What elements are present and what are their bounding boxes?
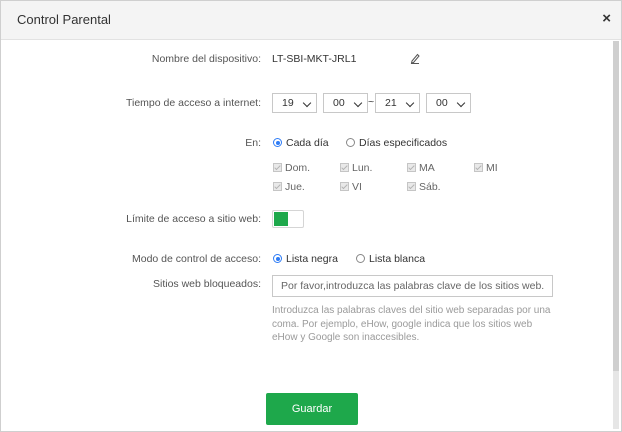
day-checkbox-wed[interactable] [474, 163, 483, 172]
device-name-label: Nombre del dispositivo: [151, 53, 261, 65]
day-label-thu: Jue. [285, 181, 305, 193]
scrollbar[interactable] [613, 41, 619, 429]
time-separator: ~ [368, 96, 375, 108]
start-minute-select[interactable]: 00 [323, 93, 368, 113]
start-minute-value: 00 [333, 97, 345, 109]
end-hour-value: 21 [385, 97, 397, 109]
specific-days-label[interactable]: Días especificados [359, 137, 447, 149]
blacklist-radio[interactable] [273, 254, 282, 263]
every-day-radio[interactable] [273, 138, 282, 147]
parental-control-dialog: Control Parental × Nombre del dispositiv… [0, 0, 622, 432]
chevron-down-icon [456, 98, 466, 108]
control-mode-label: Modo de control de acceso: [132, 253, 261, 265]
end-minute-select[interactable]: 00 [426, 93, 471, 113]
blocked-sites-hint: Introduzca las palabras claves del sitio… [272, 305, 551, 343]
day-label-sun: Dom. [285, 162, 311, 174]
every-day-label[interactable]: Cada día [286, 137, 329, 149]
start-hour-value: 19 [282, 97, 294, 109]
dialog-header: Control Parental × [1, 1, 621, 40]
day-checkbox-sun[interactable] [273, 163, 282, 172]
day-checkbox-mon[interactable] [340, 163, 349, 172]
day-checkbox-sat[interactable] [407, 182, 416, 191]
site-limit-toggle[interactable] [272, 210, 304, 228]
day-checkbox-thu[interactable] [273, 182, 282, 191]
blocked-sites-input[interactable]: Por favor,introduzca las palabras clave … [272, 275, 553, 297]
day-label-fri: VI [352, 181, 362, 193]
pencil-icon[interactable] [410, 52, 420, 64]
dialog-title: Control Parental [17, 12, 111, 27]
access-time-label: Tiempo de acceso a internet: [125, 97, 261, 109]
chevron-down-icon [405, 98, 415, 108]
whitelist-label[interactable]: Lista blanca [369, 253, 425, 265]
save-button[interactable]: Guardar [266, 393, 358, 425]
days-label: En: [245, 137, 261, 149]
day-label-wed: MI [486, 162, 498, 174]
chevron-down-icon [353, 98, 363, 108]
blacklist-label[interactable]: Lista negra [286, 253, 338, 265]
whitelist-radio[interactable] [356, 254, 365, 263]
day-label-mon: Lun. [352, 162, 373, 174]
day-checkbox-tue[interactable] [407, 163, 416, 172]
close-icon[interactable]: × [602, 11, 611, 27]
site-limit-label: Límite de acceso a sitio web: [126, 213, 261, 225]
day-label-tue: MA [419, 162, 435, 174]
day-checkbox-fri[interactable] [340, 182, 349, 191]
chevron-down-icon [302, 98, 312, 108]
end-minute-value: 00 [436, 97, 448, 109]
end-hour-select[interactable]: 21 [375, 93, 420, 113]
start-hour-select[interactable]: 19 [272, 93, 317, 113]
specific-days-radio[interactable] [346, 138, 355, 147]
scrollbar-thumb[interactable] [613, 41, 619, 371]
device-name-value: LT-SBI-MKT-JRL1 [272, 53, 357, 65]
blocked-sites-label: Sitios web bloqueados: [153, 278, 261, 290]
day-label-sat: Sáb. [419, 181, 441, 193]
toggle-on-indicator [274, 212, 288, 226]
